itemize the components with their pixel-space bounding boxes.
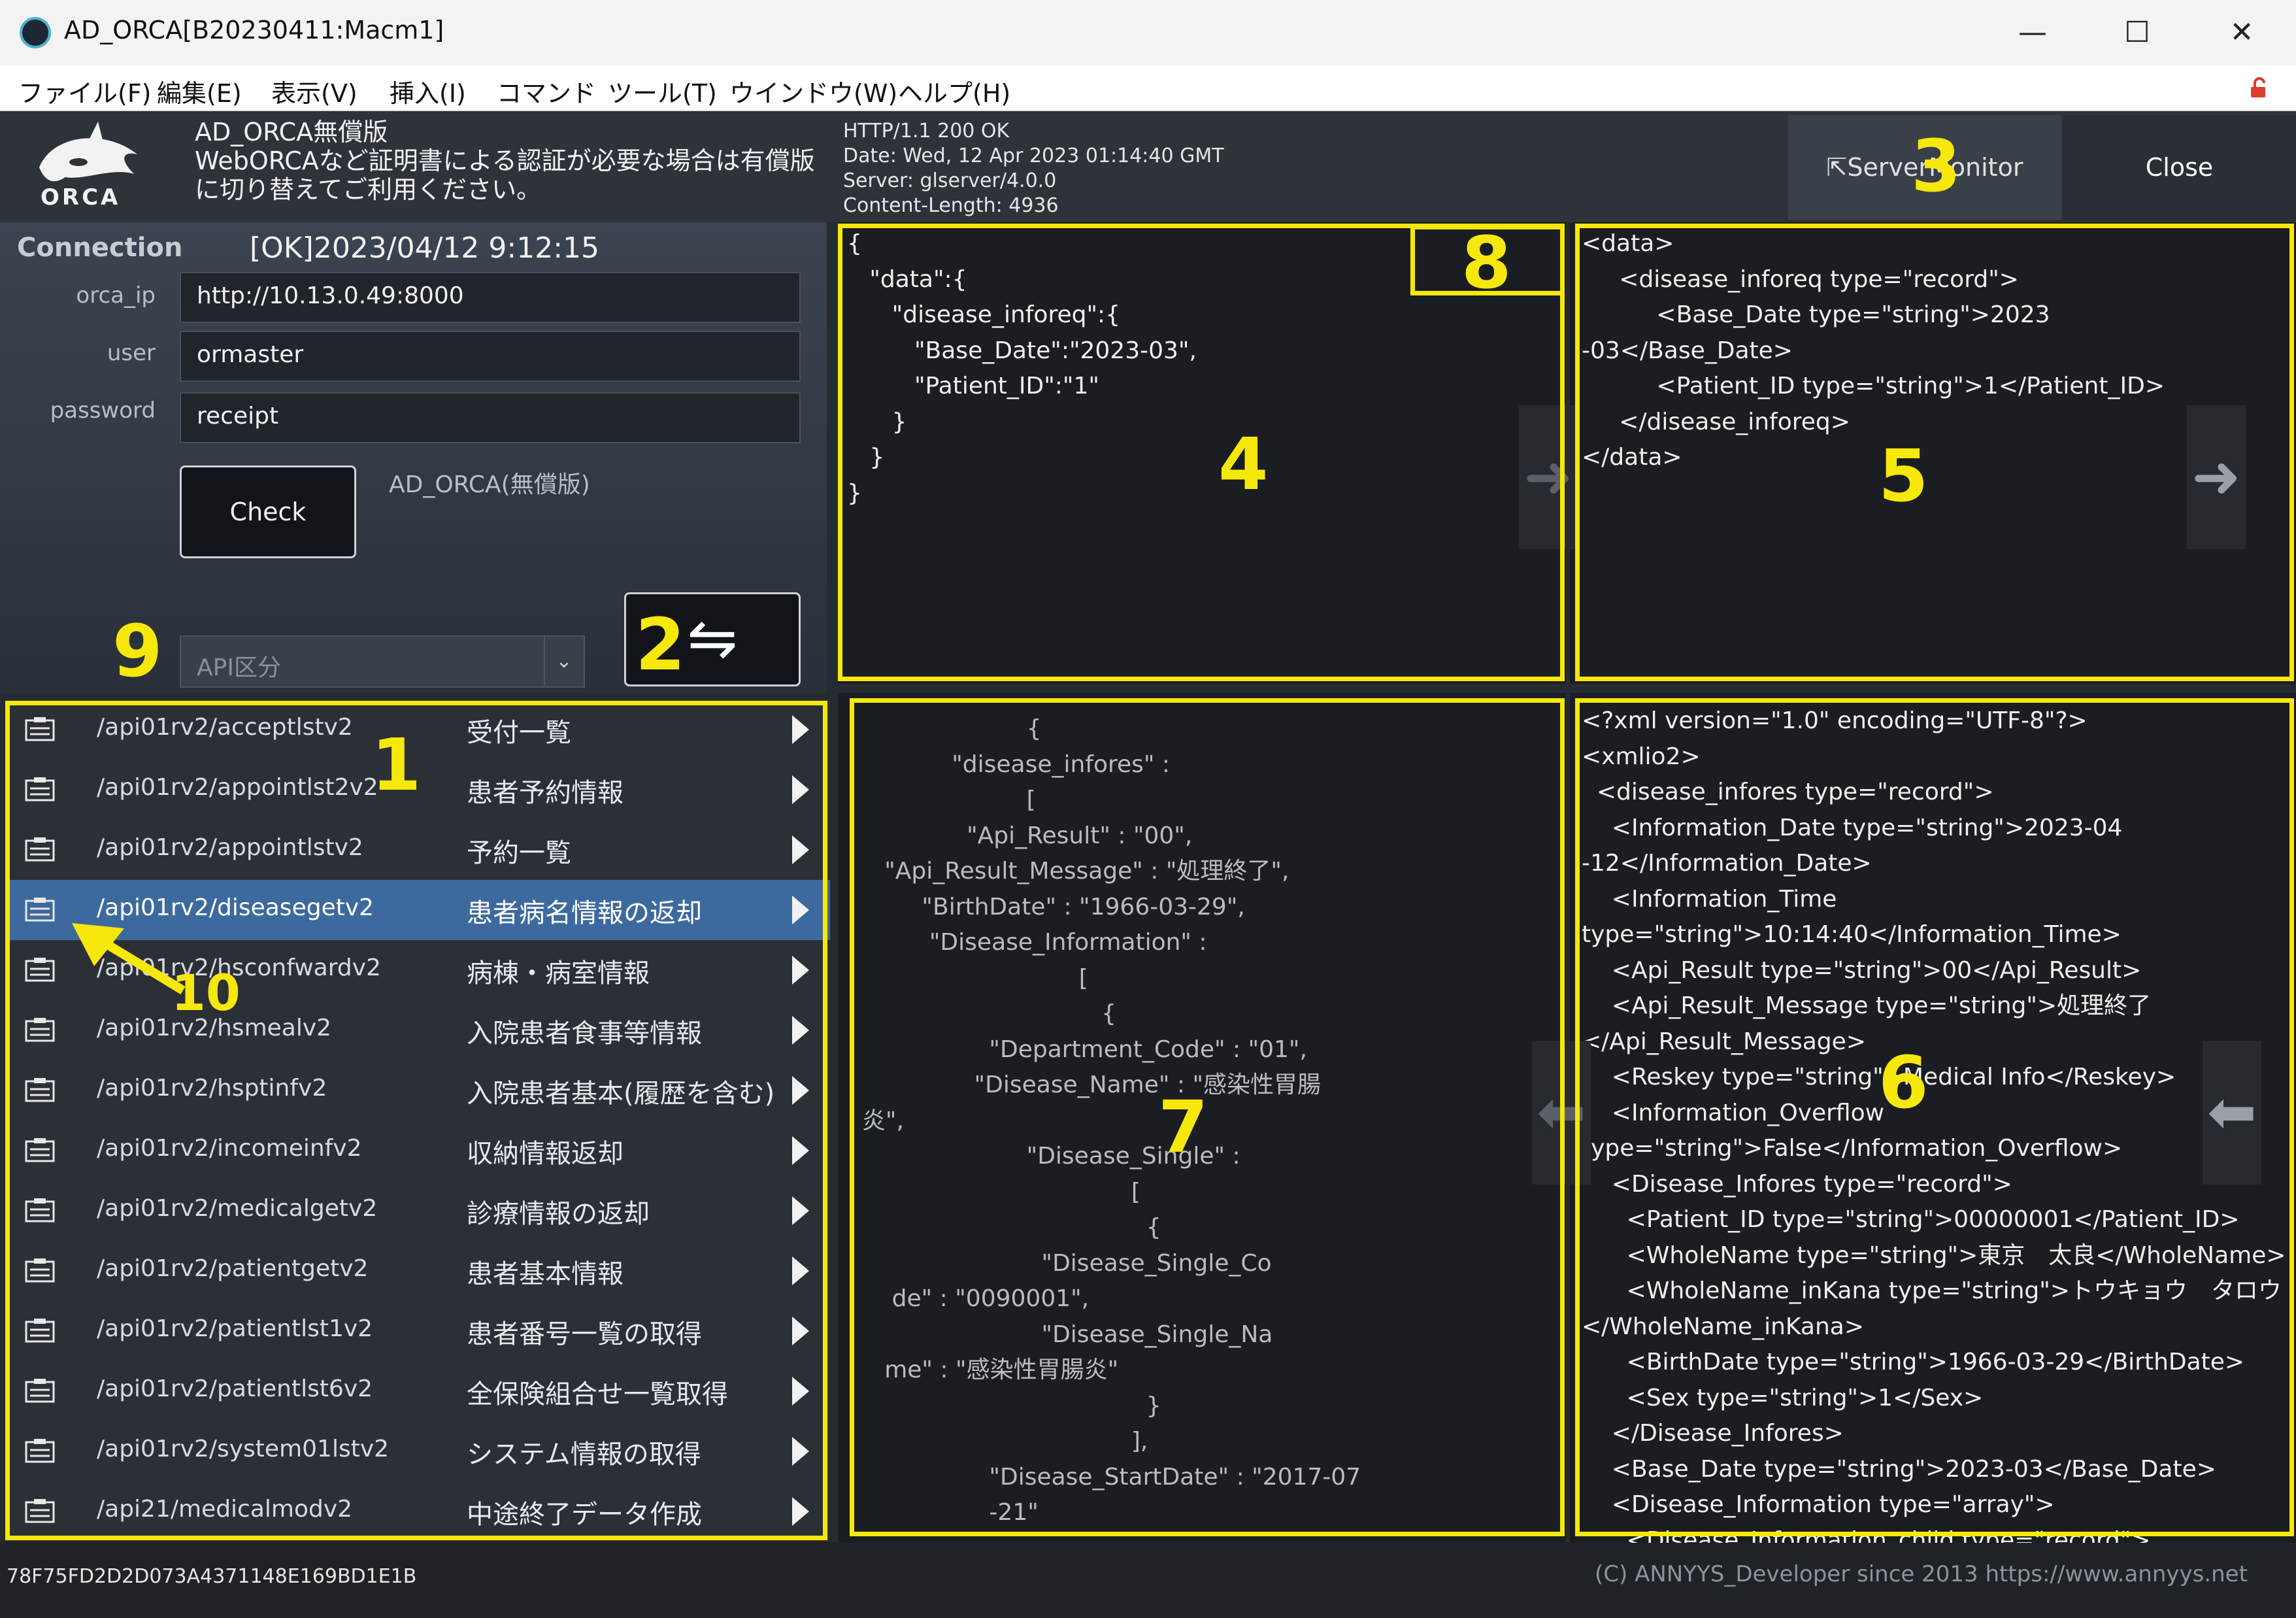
annotation-box-5 xyxy=(1575,224,2294,681)
menu-window[interactable]: ウインドウ(W) xyxy=(729,73,897,109)
notice-body: WebORCAなど証明書による認証が必要な場合は有償版に切り替えてご利用ください… xyxy=(195,146,815,204)
license-notice: AD_ORCA無償版 WebORCAなど証明書による認証が必要な場合は有償版に切… xyxy=(195,118,822,204)
annotation-number-9: 9 xyxy=(112,609,163,693)
annotation-number-6: 6 xyxy=(1878,1041,1929,1124)
menu-file[interactable]: ファイル(F) xyxy=(18,73,152,109)
copyright: (C) ANNYYS_Developer since 2013 https://… xyxy=(1595,1561,2248,1587)
annotation-number-3: 3 xyxy=(1911,124,1961,208)
license-hash: 78F75FD2D2D073A4371148E169BD1E1B xyxy=(7,1565,417,1588)
user-input[interactable]: ormaster xyxy=(180,331,801,382)
orca-ip-input[interactable]: http://10.13.0.49:8000 xyxy=(180,272,801,323)
edition-label: AD_ORCA(無償版) xyxy=(389,471,590,498)
password-label: password xyxy=(50,397,156,424)
annotation-box-1 xyxy=(5,701,827,1540)
window-title: AD_ORCA[B20230411:Macm1] xyxy=(64,16,444,44)
logo-text: ORCA xyxy=(41,184,121,211)
http-response-header: HTTP/1.1 200 OK Date: Wed, 12 Apr 2023 0… xyxy=(843,120,1224,217)
unlock-icon[interactable] xyxy=(2248,77,2271,99)
annotation-number-5: 5 xyxy=(1878,434,1929,518)
menu-help[interactable]: ヘルプ(H) xyxy=(898,73,1010,109)
annotation-box-6 xyxy=(1575,698,2294,1536)
orca-ip-label: orca_ip xyxy=(76,282,156,309)
user-label: user xyxy=(107,340,156,366)
minimize-button[interactable]: — xyxy=(1980,0,2085,65)
notice-title: AD_ORCA無償版 xyxy=(195,118,388,146)
close-button[interactable]: Close xyxy=(2063,115,2296,220)
annotation-number-7: 7 xyxy=(1158,1085,1208,1169)
menu-insert[interactable]: 挿入(I) xyxy=(390,73,466,109)
annotation-number-1: 1 xyxy=(371,723,422,807)
menu-edit[interactable]: 編集(E) xyxy=(157,73,242,109)
annotation-number-8: 8 xyxy=(1461,221,1512,305)
menu-view[interactable]: 表示(V) xyxy=(271,73,358,109)
maximize-button[interactable]: ☐ xyxy=(2085,0,2189,65)
app-icon xyxy=(20,17,51,48)
password-input[interactable]: receipt xyxy=(180,392,801,443)
close-window-button[interactable]: ✕ xyxy=(2189,0,2294,65)
check-button[interactable]: Check xyxy=(180,465,356,558)
annotation-arrow-icon xyxy=(72,923,186,994)
annotation-number-4: 4 xyxy=(1218,422,1269,506)
chevron-down-icon[interactable]: ⌄ xyxy=(544,637,583,686)
menu-command[interactable]: コマンド xyxy=(497,73,596,109)
connection-status: [OK]2023/04/12 9:12:15 xyxy=(250,231,600,265)
menu-tools[interactable]: ツール(T) xyxy=(608,73,717,109)
connection-label: Connection xyxy=(17,233,183,263)
annotation-number-2: 2 xyxy=(635,603,686,686)
api-category-select[interactable]: API区分 xyxy=(180,635,585,688)
orca-logo: ORCA xyxy=(26,122,157,213)
